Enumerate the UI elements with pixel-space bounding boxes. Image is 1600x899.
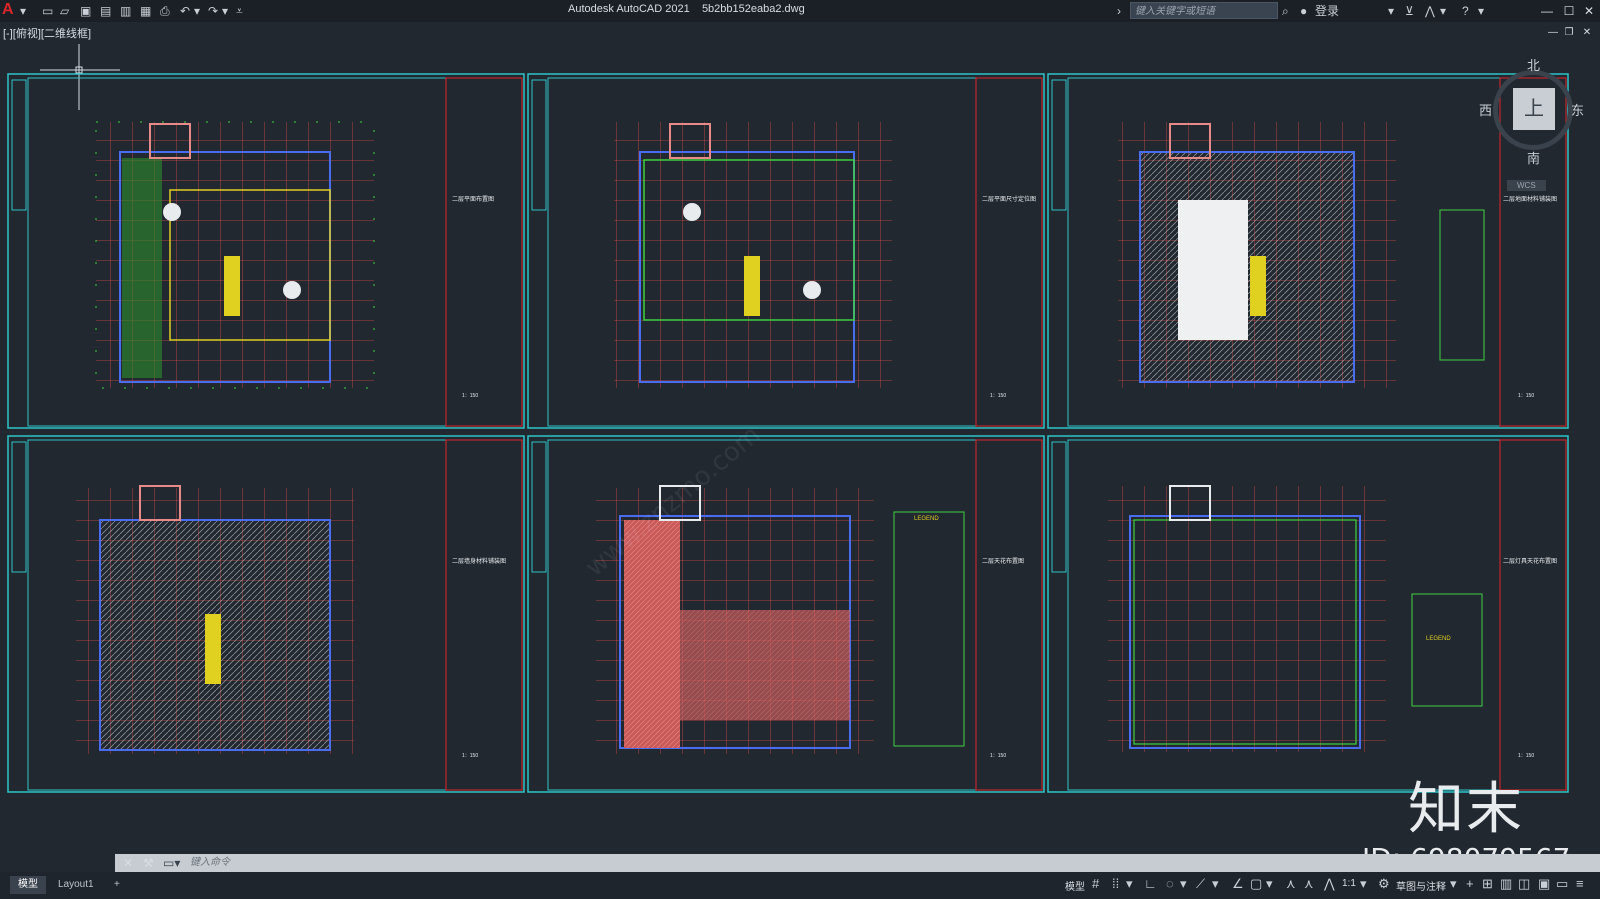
login-link[interactable]: 登录 bbox=[1315, 3, 1339, 19]
search-input[interactable]: 键入关键字或短语 bbox=[1130, 2, 1278, 19]
workspace-switch[interactable]: 草图与注释 bbox=[1396, 878, 1446, 893]
command-line[interactable]: ✕ ⚒ ▭▾ 键入命令 bbox=[115, 854, 1600, 872]
cmd-recent-icon[interactable]: ▭▾ bbox=[163, 854, 180, 872]
sheet-5[interactable] bbox=[527, 435, 1045, 793]
annotation-scale-value[interactable]: 1:1 bbox=[1342, 878, 1356, 889]
ortho-icon[interactable]: ∟ bbox=[1144, 876, 1157, 891]
undo-icon[interactable]: ↶ bbox=[180, 3, 190, 19]
sheet-6-scale: 1：150 bbox=[1518, 753, 1535, 759]
isodraft-dropdown-icon[interactable]: ▾ bbox=[1212, 876, 1219, 892]
customize-toolbar-icon[interactable]: ⩡ bbox=[236, 3, 243, 19]
sheet-4-title: 二层墙身材料铺装图 bbox=[452, 559, 507, 565]
a360-dropdown-icon[interactable]: ▾ bbox=[1440, 3, 1446, 19]
polar-tracking-icon[interactable]: ◌ bbox=[1166, 876, 1174, 891]
status-bar: 模型 Layout1 + 模型 # ⁞⁞ ▾ ∟ ◌ ▾ ⟋ ▾ ∠ ▢ ▾ ⋏… bbox=[0, 872, 1600, 899]
new-file-icon[interactable]: ▭ bbox=[42, 3, 53, 19]
snap-mode-icon[interactable]: ⁞⁞ bbox=[1112, 876, 1119, 891]
sheet-2-title: 二层平面尺寸定位图 bbox=[982, 197, 1037, 203]
legend-title: LEGEND bbox=[1426, 636, 1451, 642]
cmd-customize-icon[interactable]: ⚒ bbox=[143, 854, 154, 872]
workspace-gear-icon[interactable]: ⚙ bbox=[1378, 876, 1390, 892]
maximize-button[interactable]: ☐ bbox=[1558, 2, 1580, 20]
sheet-4[interactable] bbox=[7, 435, 525, 793]
tab-layout1[interactable]: Layout1 bbox=[50, 876, 102, 894]
command-input[interactable]: 键入命令 bbox=[190, 854, 230, 872]
viewcube[interactable]: 上 北 南 东 西 WCS bbox=[1479, 58, 1584, 191]
sheet-4-scale: 1：150 bbox=[462, 753, 479, 759]
model-space-toggle[interactable]: 模型 bbox=[1065, 878, 1085, 893]
legend-title: LEGEND bbox=[914, 516, 939, 522]
autodesk-a360-icon[interactable]: ⋀ bbox=[1425, 3, 1435, 19]
search-icon[interactable]: ⌕ bbox=[1282, 3, 1289, 19]
sheet-1-title: 二层平面布置图 bbox=[452, 197, 495, 203]
sheet-2[interactable] bbox=[527, 73, 1045, 429]
tab-model[interactable]: 模型 bbox=[10, 876, 46, 894]
viewcube-top-face[interactable]: 上 bbox=[1513, 88, 1555, 130]
annotation-scale-icon[interactable]: ⋀ bbox=[1324, 876, 1335, 892]
units-icon[interactable]: ⊞ bbox=[1482, 876, 1493, 892]
isodraft-icon[interactable]: ⟋ bbox=[1196, 876, 1205, 892]
watermark-brand: 知末 bbox=[1408, 777, 1524, 842]
snap-dropdown-icon[interactable]: ▾ bbox=[1126, 876, 1133, 892]
workspace-dropdown-icon[interactable]: ▾ bbox=[1450, 876, 1457, 892]
polar-dropdown-icon[interactable]: ▾ bbox=[1180, 876, 1187, 892]
legend-box bbox=[1411, 593, 1483, 707]
open-web-icon[interactable]: ▥ bbox=[120, 3, 131, 19]
auto-scale-icon[interactable]: ⋏ bbox=[1304, 876, 1314, 892]
cart-icon[interactable]: ⊻ bbox=[1405, 3, 1414, 19]
wcs-menu[interactable]: WCS bbox=[1507, 180, 1546, 191]
autocad-logo-icon[interactable]: A bbox=[2, 1, 14, 19]
sheet-1-scale: 1：150 bbox=[462, 393, 479, 399]
clean-screen-icon[interactable]: ▣ bbox=[1538, 876, 1550, 892]
sheet-5-scale: 1：150 bbox=[990, 753, 1007, 759]
viewcube-west[interactable]: 西 bbox=[1479, 100, 1492, 119]
undo-dropdown-icon[interactable]: ▾ bbox=[194, 3, 200, 19]
legend-box bbox=[893, 511, 965, 747]
sheet-6[interactable] bbox=[1047, 435, 1569, 793]
redo-dropdown-icon[interactable]: ▾ bbox=[222, 3, 228, 19]
viewcube-north[interactable]: 北 bbox=[1527, 55, 1540, 74]
viewcube-south[interactable]: 南 bbox=[1527, 148, 1540, 167]
customization-menu-icon[interactable]: ≡ bbox=[1576, 876, 1584, 891]
quick-properties-icon[interactable]: ▥ bbox=[1500, 876, 1512, 892]
annotation-visibility-icon[interactable]: ⋏ bbox=[1286, 876, 1296, 892]
login-dropdown-icon[interactable]: ▾ bbox=[1388, 3, 1394, 19]
sheet-3-title: 二层地面材料铺装图 bbox=[1503, 197, 1558, 203]
viewport-controls-label[interactable]: [-][俯视][二维线框] bbox=[3, 25, 91, 41]
hardware-acceleration-icon[interactable]: ▭ bbox=[1556, 876, 1568, 892]
minimize-button[interactable]: — bbox=[1536, 2, 1558, 20]
app-menu-chevron-icon[interactable]: ▾ bbox=[20, 3, 26, 19]
grid-display-icon[interactable]: # bbox=[1092, 876, 1099, 891]
cmd-close-icon[interactable]: ✕ bbox=[123, 854, 133, 872]
viewcube-east[interactable]: 东 bbox=[1571, 100, 1584, 119]
plot-icon[interactable]: ⎙ bbox=[160, 3, 170, 19]
window-title: Autodesk AutoCAD 2021 5b2bb152eaba2.dwg bbox=[568, 3, 805, 15]
drawing-close-button[interactable]: ✕ bbox=[1576, 24, 1598, 42]
sheet-2-scale: 1：150 bbox=[990, 393, 1007, 399]
save-icon[interactable]: ▣ bbox=[80, 3, 91, 19]
help-dropdown-icon[interactable]: ▾ bbox=[1478, 3, 1484, 19]
search-expand-icon[interactable]: › bbox=[1117, 3, 1121, 19]
object-snap-dropdown-icon[interactable]: ▾ bbox=[1266, 876, 1273, 892]
legend-box bbox=[1439, 209, 1485, 361]
sheet-3-scale: 1：150 bbox=[1518, 393, 1535, 399]
sheet-1[interactable] bbox=[7, 73, 525, 429]
open-folder-icon[interactable]: ▱ bbox=[60, 3, 69, 19]
isolate-objects-icon[interactable]: ◫ bbox=[1518, 876, 1530, 892]
object-snap-icon[interactable]: ▢ bbox=[1250, 876, 1262, 892]
help-icon[interactable]: ? bbox=[1462, 3, 1469, 19]
annotation-monitor-icon[interactable]: + bbox=[1466, 876, 1474, 891]
user-icon[interactable]: ● bbox=[1300, 3, 1307, 19]
sheet-6-title: 二层灯具天花布置图 bbox=[1503, 559, 1558, 565]
sheet-5-title: 二层天花布置图 bbox=[982, 559, 1025, 565]
add-layout-button[interactable]: + bbox=[106, 876, 128, 894]
object-snap-tracking-icon[interactable]: ∠ bbox=[1232, 876, 1244, 892]
redo-icon[interactable]: ↷ bbox=[208, 3, 218, 19]
save-web-icon[interactable]: ▦ bbox=[140, 3, 151, 19]
save-as-icon[interactable]: ▤ bbox=[100, 3, 111, 19]
drawing-canvas[interactable] bbox=[0, 44, 1600, 854]
close-button[interactable]: ✕ bbox=[1578, 2, 1600, 20]
scale-dropdown-icon[interactable]: ▾ bbox=[1360, 876, 1367, 892]
title-bar: A ▾ ▭ ▱ ▣ ▤ ▥ ▦ ⎙ ↶ ▾ ↷ ▾ ⩡ Autodesk Aut… bbox=[0, 0, 1600, 22]
